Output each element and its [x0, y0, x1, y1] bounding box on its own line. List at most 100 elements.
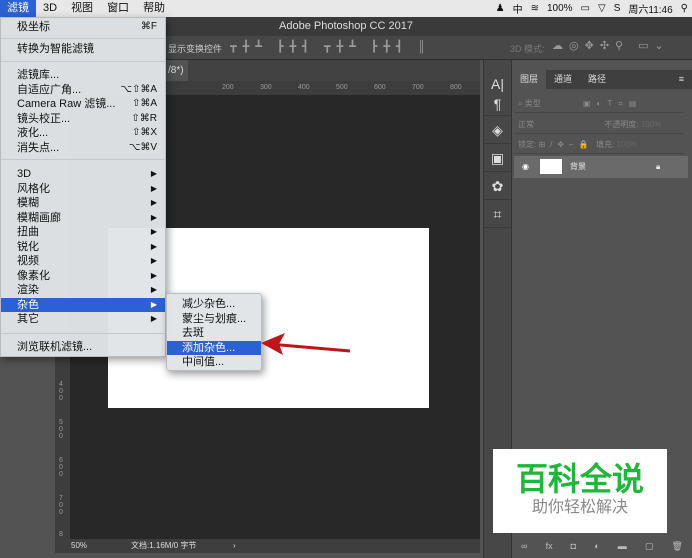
lock-icon: 🔒︎	[656, 162, 661, 171]
menu-item-submenu[interactable]: 杂色 ▶	[1, 297, 165, 312]
menu-3d[interactable]: 3D	[36, 0, 64, 17]
submenu-item[interactable]: 蒙尘与划痕...	[167, 312, 261, 326]
menu-window[interactable]: 窗口	[100, 0, 136, 17]
ruler-label: 700	[412, 84, 424, 91]
layer-name[interactable]: 背景	[570, 156, 586, 178]
character-paragraph-icon[interactable]: A| ¶	[484, 74, 511, 116]
ruler-label: 200	[222, 84, 234, 91]
wifi-icon[interactable]: ≋	[531, 3, 539, 14]
menu-help[interactable]: 帮助	[136, 0, 172, 17]
filter-kind-select[interactable]: 类型	[525, 99, 541, 108]
menu-item-submenu[interactable]: 3D ▶	[1, 167, 165, 181]
panel-menu-icon[interactable]: ≡	[671, 70, 692, 89]
tab-paths[interactable]: 路径	[580, 70, 614, 89]
noise-submenu: 减少杂色... 蒙尘与划痕... 去斑 添加杂色... 中间值...	[166, 293, 262, 371]
status-chevron-icon[interactable]: ›	[233, 539, 236, 553]
menu-item-submenu[interactable]: 扭曲 ▶	[1, 225, 165, 239]
ruler-label: 600	[374, 84, 386, 91]
ruler-label: 600	[59, 457, 63, 478]
trash-icon[interactable]: 🗑︎	[671, 541, 682, 552]
tab-layers[interactable]: 图层	[512, 70, 547, 89]
submenu-arrow-icon: ▶	[150, 256, 157, 265]
menu-item[interactable]: 滤镜库...	[1, 68, 165, 82]
opacity-label: 不透明度:	[604, 120, 639, 129]
layers-icon[interactable]: ◈	[484, 116, 511, 144]
eye-icon[interactable]: ◉	[522, 156, 529, 178]
menu-item[interactable]: 液化... ⇧⌘X	[1, 126, 165, 140]
input-method[interactable]: 中	[513, 1, 523, 16]
shortcut: ⌘F	[140, 21, 157, 32]
menu-item-submenu[interactable]: 渲染 ▶	[1, 283, 165, 297]
menu-item-submenu[interactable]: 像素化 ▶	[1, 269, 165, 283]
menu-item-submenu[interactable]: 锐化 ▶	[1, 240, 165, 254]
3d-tool-icons[interactable]: ☁◎✥✣⚲ ▭⌄	[552, 39, 670, 52]
red-arrow-annotation	[261, 333, 351, 355]
libraries-icon[interactable]: ✿	[484, 172, 511, 200]
status-bar: 50% 文档:1.16M/0 字节 ›	[55, 539, 480, 553]
submenu-item[interactable]: 减少杂色...	[167, 297, 261, 311]
battery-icon[interactable]: ▭	[581, 3, 590, 14]
menu-item[interactable]: Camera Raw 滤镜... ⇧⌘A	[1, 97, 165, 111]
menu-item-submenu[interactable]: 风格化 ▶	[1, 182, 165, 196]
menu-item-label: 像素化	[17, 269, 50, 282]
menu-item-browse-online[interactable]: 浏览联机滤镜...	[1, 340, 165, 354]
menu-item[interactable]: 镜头校正... ⇧⌘R	[1, 112, 165, 126]
submenu-arrow-icon: ▶	[150, 198, 157, 207]
document-tab[interactable]: /8*)	[166, 60, 188, 81]
shortcut: ⇧⌘X	[131, 127, 157, 138]
properties-icon[interactable]: ▣	[484, 144, 511, 172]
menu-item-submenu[interactable]: 模糊 ▶	[1, 196, 165, 210]
fill-field[interactable]: 100%	[616, 140, 636, 149]
layer-filter-row: ⌕ 类型 ▣◐T⌗▤	[514, 95, 684, 113]
adjustment-icon[interactable]: ◐	[594, 541, 599, 551]
menu-view[interactable]: 视图	[64, 0, 100, 17]
menu-item-submenu[interactable]: 其它 ▶	[1, 312, 165, 326]
sogou-icon[interactable]: S	[614, 3, 621, 14]
ruler-label: 8	[59, 531, 63, 538]
search-icon[interactable]: ⚲	[681, 3, 688, 14]
mac-menubar: 滤镜 3D 视图 窗口 帮助 ♟ 中 ≋ 100% ▭ ▽ S 周六11:46 …	[0, 0, 692, 17]
new-layer-icon[interactable]: ▢	[645, 541, 654, 552]
submenu-item[interactable]: 去斑	[167, 326, 261, 340]
submenu-arrow-icon: ▶	[150, 285, 157, 294]
tab-channels[interactable]: 通道	[546, 70, 580, 89]
opacity-field[interactable]: 100%	[641, 120, 661, 129]
menu-item-last-filter[interactable]: 极坐标 ⌘F	[1, 20, 165, 34]
folder-icon[interactable]: ▬	[618, 541, 627, 551]
lock-icons[interactable]: ⊞/✥⌐🔒	[538, 140, 593, 149]
submenu-item[interactable]: 添加杂色...	[167, 340, 261, 355]
menu-filter[interactable]: 滤镜	[0, 0, 36, 17]
layer-row[interactable]: ◉ 背景 🔒︎	[514, 156, 688, 178]
submenu-item[interactable]: 中间值...	[167, 355, 261, 369]
zoom-level[interactable]: 50%	[71, 539, 87, 553]
menu-item-label: 液化...	[17, 127, 49, 139]
fx-icon[interactable]: fx	[546, 541, 553, 551]
link-icon[interactable]: ∞	[521, 541, 527, 551]
mask-icon[interactable]: ◘	[571, 541, 576, 551]
menu-separator	[1, 38, 165, 39]
airplay-icon[interactable]: ▽	[598, 3, 606, 14]
blend-mode-select[interactable]: 正常	[518, 120, 534, 129]
menu-item[interactable]: 消失点... ⌥⌘V	[1, 141, 165, 155]
crop-icon[interactable]: ⌗	[484, 200, 511, 228]
clock[interactable]: 周六11:46	[628, 1, 672, 16]
ruler-label: 800	[450, 84, 462, 91]
menu-item[interactable]: 自适应广角... ⌥⇧⌘A	[1, 83, 165, 97]
menu-item-convert-smart[interactable]: 转换为智能滤镜	[1, 42, 165, 56]
shortcut: ⇧⌘R	[131, 112, 157, 124]
shortcut	[157, 68, 165, 82]
align-icons[interactable]: ┳╋┻ ┣╋┫ ┳╋┻ ┣╋┫ ║	[230, 40, 432, 53]
menu-item-submenu[interactable]: 视频 ▶	[1, 254, 165, 268]
qq-icon[interactable]: ♟	[496, 3, 505, 14]
submenu-arrow-icon: ▶	[150, 183, 157, 193]
ruler-label: 500	[336, 84, 348, 91]
menu-item-label: 消失点...	[17, 141, 60, 154]
menu-item-label: 其它	[17, 313, 39, 325]
filter-menu: 极坐标 ⌘F 转换为智能滤镜 滤镜库... 自适应广角... ⌥⇧⌘A Camera R…	[0, 17, 166, 357]
blend-row: 正常 不透明度: 100%	[514, 116, 684, 134]
filter-icons[interactable]: ▣◐T⌗▤	[583, 99, 642, 108]
shortcut: ⇧⌘A	[131, 98, 157, 109]
menu-item-submenu[interactable]: 模糊画廊 ▶	[1, 211, 165, 225]
menu-item-label: 自适应广角...	[17, 83, 82, 96]
show-transform-controls[interactable]: 显示变换控件	[168, 42, 222, 55]
